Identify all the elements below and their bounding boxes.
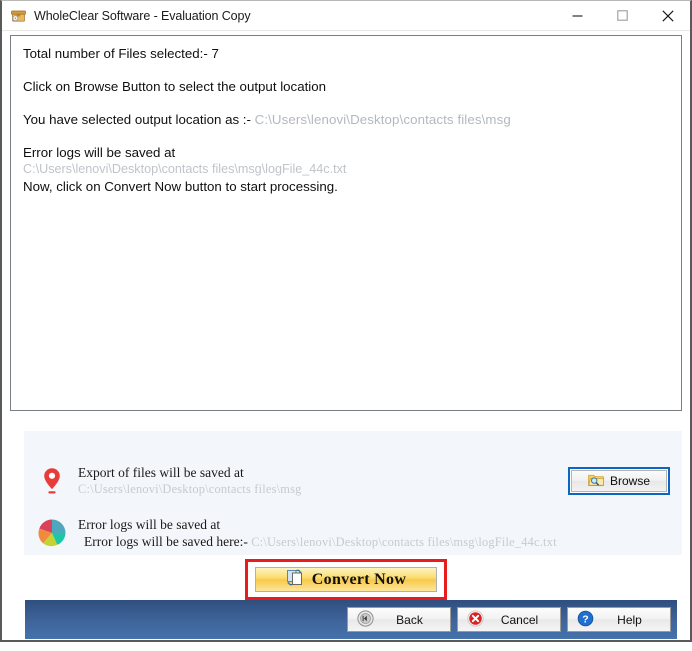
log-line-files-selected: Total number of Files selected:- 7 — [23, 46, 219, 61]
cancel-x-icon — [467, 609, 484, 630]
error-log-sub-path: C:\Users\lenovi\Desktop\contacts files\m… — [251, 534, 557, 549]
log-line-errorlogs-path: C:\Users\lenovi\Desktop\contacts files\m… — [23, 162, 347, 176]
window-controls — [555, 1, 690, 30]
log-output-label: You have selected output location as :- — [23, 112, 255, 127]
maximize-icon[interactable] — [600, 1, 645, 30]
help-button-label: Help — [617, 612, 642, 627]
pie-chart-icon — [30, 518, 74, 548]
folder-search-icon — [588, 473, 604, 490]
back-arrow-icon — [357, 609, 374, 630]
status-log-panel[interactable]: Total number of Files selected:- 7 Click… — [10, 35, 682, 411]
back-button-label: Back — [396, 612, 423, 627]
cancel-button[interactable]: Cancel — [457, 607, 561, 632]
error-log-texts: Error logs will be saved at Error logs w… — [74, 516, 670, 551]
panel-top-spacer — [24, 431, 682, 451]
footer-bar: Back Cancel ? Help — [25, 600, 677, 639]
convert-now-button[interactable]: Convert Now — [255, 567, 437, 592]
error-log-sub-label: Error logs will be saved here:- — [84, 533, 252, 549]
output-info-panel: Export of files will be saved at C:\User… — [24, 431, 682, 555]
log-line-browse-hint: Click on Browse Button to select the out… — [23, 79, 327, 94]
help-question-icon: ? — [577, 610, 594, 630]
footer-wrapper: Back Cancel ? Help — [2, 600, 690, 651]
error-log-title: Error logs will be saved at — [78, 516, 221, 532]
log-line-errorlogs-title: Error logs will be saved at — [23, 145, 176, 160]
convert-pages-icon — [286, 568, 305, 592]
help-button[interactable]: ? Help — [567, 607, 671, 632]
convert-button-highlight: Convert Now — [245, 559, 447, 600]
export-location-path: C:\Users\lenovi\Desktop\contacts files\m… — [78, 482, 302, 496]
svg-text:?: ? — [582, 613, 588, 625]
back-button[interactable]: Back — [347, 607, 451, 632]
application-window: WholeClear Software - Evaluation Copy To… — [0, 0, 692, 642]
log-line-output-location: You have selected output location as :- … — [23, 111, 669, 128]
cancel-button-label: Cancel — [500, 612, 539, 627]
browse-button[interactable]: Browse — [571, 470, 667, 492]
export-location-texts: Export of files will be saved at C:\User… — [74, 464, 568, 498]
convert-now-label: Convert Now — [311, 570, 407, 588]
export-location-row: Export of files will be saved at C:\User… — [24, 459, 682, 503]
log-line-convert-hint: Now, click on Convert Now button to star… — [23, 179, 338, 194]
minimize-icon[interactable] — [555, 1, 600, 30]
convert-button-zone: Convert Now — [2, 559, 690, 600]
log-area-wrapper: Total number of Files selected:- 7 Click… — [2, 31, 690, 411]
browse-button-focus-ring: Browse — [568, 467, 670, 495]
error-log-subline: Error logs will be saved here:- C:\Users… — [78, 533, 670, 551]
window-title: WholeClear Software - Evaluation Copy — [34, 8, 251, 23]
info-row-list: Export of files will be saved at C:\User… — [24, 459, 682, 555]
log-output-path: C:\Users\lenovi\Desktop\contacts files\m… — [254, 112, 511, 127]
title-bar: WholeClear Software - Evaluation Copy — [2, 1, 690, 31]
archive-box-icon — [10, 7, 27, 24]
location-pin-icon — [30, 466, 74, 496]
browse-button-label: Browse — [609, 474, 650, 488]
close-icon[interactable] — [645, 1, 690, 30]
export-location-title: Export of files will be saved at — [78, 465, 244, 480]
error-log-row: Error logs will be saved at Error logs w… — [24, 511, 682, 555]
